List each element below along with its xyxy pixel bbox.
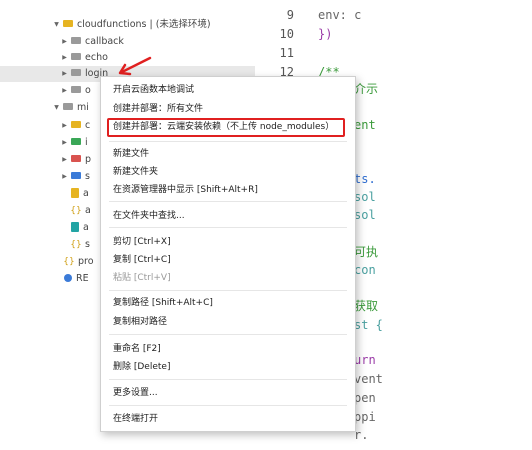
folder-icon — [63, 20, 73, 27]
context-menu: 开启云函数本地调试 创建并部署：所有文件 创建并部署：云端安装依赖（不上传 no… — [100, 76, 356, 432]
chevron-right-icon[interactable]: ▶ — [60, 135, 69, 151]
chevron-down-icon[interactable]: ▼ — [52, 17, 61, 33]
menu-item-reveal-in-explorer[interactable]: 在资源管理器中显示 [Shift+Alt+R] — [113, 184, 258, 196]
tree-file-s[interactable]: {} s — [69, 237, 90, 253]
chevron-down-icon[interactable]: ▼ — [52, 100, 61, 116]
menu-item-copy-relative-path[interactable]: 复制相对路径 — [113, 316, 167, 328]
tree-item-o[interactable]: ▶ o — [60, 83, 91, 99]
code-line: sol — [354, 208, 376, 222]
code-line: 获取 — [354, 299, 379, 313]
folder-icon — [71, 121, 81, 128]
code-line: vent — [354, 372, 383, 386]
chevron-right-icon[interactable]: ▶ — [60, 118, 69, 134]
line-number: 10 — [279, 27, 294, 41]
folder-icon — [71, 86, 81, 93]
tree-file-a2[interactable]: {} a — [69, 203, 91, 219]
tree-root-cloudfunctions[interactable]: ▼ cloudfunctions | (未选择环境) — [52, 17, 210, 33]
code-line: }) — [318, 27, 333, 41]
chevron-right-icon[interactable]: ▶ — [60, 83, 69, 99]
menu-item-delete[interactable]: 删除 [Delete] — [113, 361, 170, 373]
tree-file-pro[interactable]: {} pro — [62, 254, 93, 270]
code-line: ent — [354, 118, 376, 132]
menu-divider — [109, 379, 347, 380]
folder-icon — [71, 138, 81, 145]
code-line: sol — [354, 190, 376, 204]
chevron-right-icon[interactable]: ▶ — [60, 50, 69, 66]
folder-icon — [71, 172, 81, 179]
folder-icon — [71, 155, 81, 162]
menu-item-find-in-folder[interactable]: 在文件夹中查找... — [113, 210, 185, 222]
tree-item-mi[interactable]: ▼ mi — [52, 100, 89, 116]
line-number: 11 — [279, 46, 294, 60]
code-line: urn — [354, 353, 376, 367]
tree-item-echo[interactable]: ▶ echo — [60, 50, 108, 66]
tree-file-readme[interactable]: RE — [62, 271, 89, 287]
chevron-right-icon[interactable]: ▶ — [60, 66, 69, 82]
js-file-icon — [71, 187, 79, 198]
code-line: con — [354, 263, 376, 277]
info-icon — [64, 273, 72, 282]
tree-file-a1[interactable]: a — [69, 186, 89, 202]
menu-item-rename[interactable]: 重命名 [F2] — [113, 343, 161, 355]
menu-divider — [109, 227, 347, 228]
chevron-right-icon[interactable]: ▶ — [60, 152, 69, 168]
code-line: ppi — [354, 410, 376, 424]
folder-icon — [71, 37, 81, 44]
tree-item-s[interactable]: ▶ s — [60, 169, 90, 185]
folder-icon — [63, 103, 73, 110]
chevron-right-icon[interactable]: ▶ — [60, 34, 69, 50]
code-line: r. — [354, 428, 369, 442]
chevron-right-icon[interactable]: ▶ — [60, 169, 69, 185]
folder-icon — [71, 69, 81, 76]
css-file-icon — [71, 221, 79, 232]
tree-item-callback[interactable]: ▶ callback — [60, 34, 124, 50]
menu-item-cut[interactable]: 剪切 [Ctrl+X] — [113, 236, 171, 248]
menu-divider — [109, 334, 347, 335]
tree-item-c[interactable]: ▶ c — [60, 118, 90, 134]
menu-divider — [109, 290, 347, 291]
menu-item-new-file[interactable]: 新建文件 — [113, 148, 149, 160]
menu-divider — [109, 201, 347, 202]
tree-file-a3[interactable]: a — [69, 220, 89, 236]
code-line: env: c — [318, 8, 362, 22]
json-file-icon: {} — [70, 206, 82, 216]
tree-item-p[interactable]: ▶ p — [60, 152, 91, 168]
menu-item-open-in-terminal[interactable]: 在终端打开 — [113, 413, 158, 425]
tree-item-i[interactable]: ▶ i — [60, 135, 87, 151]
code-line: ts. — [354, 172, 376, 186]
menu-item-local-debug[interactable]: 开启云函数本地调试 — [113, 84, 194, 96]
json-file-icon: {} — [70, 240, 82, 250]
menu-item-copy-path[interactable]: 复制路径 [Shift+Alt+C] — [113, 297, 213, 309]
menu-divider — [109, 405, 347, 406]
code-line: 可执 — [354, 245, 379, 259]
json-file-icon: {} — [63, 257, 75, 267]
menu-item-new-folder[interactable]: 新建文件夹 — [113, 166, 158, 178]
code-line: st { — [354, 318, 383, 332]
menu-item-copy[interactable]: 复制 [Ctrl+C] — [113, 254, 171, 266]
folder-icon — [71, 53, 81, 60]
menu-divider — [109, 141, 347, 142]
menu-item-deploy-all-files[interactable]: 创建并部署：所有文件 — [113, 103, 203, 115]
menu-item-more-settings[interactable]: 更多设置... — [113, 387, 158, 399]
menu-item-paste: 粘贴 [Ctrl+V] — [113, 273, 171, 283]
menu-item-deploy-cloud-install[interactable]: 创建并部署：云端安装依赖（不上传 node_modules） — [113, 121, 334, 133]
code-line: pen — [354, 391, 376, 405]
code-line: 介示 — [354, 82, 379, 96]
line-number: 9 — [286, 8, 294, 22]
